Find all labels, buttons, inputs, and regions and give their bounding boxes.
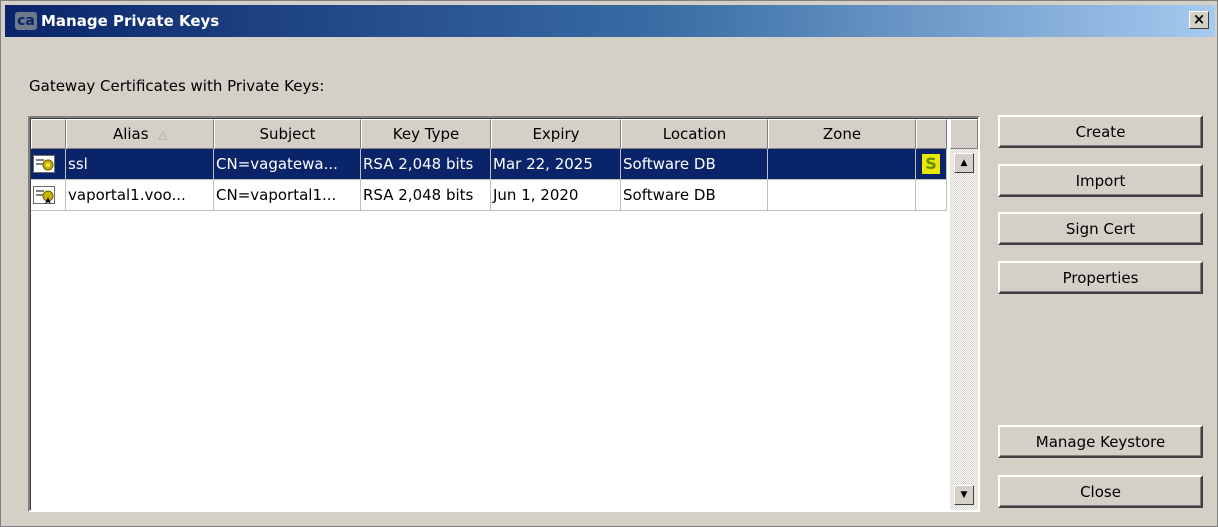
manage-private-keys-dialog: ca Manage Private Keys × Gateway Certifi… xyxy=(0,0,1218,527)
cell-expiry: Mar 22, 2025 xyxy=(491,149,621,180)
column-header-alias[interactable]: Alias △ xyxy=(66,119,214,149)
column-header-subject[interactable]: Subject xyxy=(214,119,361,149)
import-button[interactable]: Import xyxy=(998,164,1203,197)
section-label: Gateway Certificates with Private Keys: xyxy=(29,77,325,95)
row-icon-cell xyxy=(31,180,66,211)
manage-keystore-button[interactable]: Manage Keystore xyxy=(998,425,1203,458)
column-header-icon[interactable] xyxy=(31,119,66,149)
cell-subject: CN=vaportal1... xyxy=(214,180,361,211)
certificate-icon xyxy=(33,155,55,173)
cell-expiry: Jun 1, 2020 xyxy=(491,180,621,211)
cell-location: Software DB xyxy=(621,149,768,180)
close-icon[interactable]: × xyxy=(1189,11,1209,29)
cell-alias: vaportal1.voo... xyxy=(66,180,214,211)
cell-subject: CN=vagatewa... xyxy=(214,149,361,180)
title-bar[interactable]: ca Manage Private Keys × xyxy=(5,5,1215,37)
scroll-corner xyxy=(950,119,978,149)
table-row[interactable]: vaportal1.voo... CN=vaportal1... RSA 2,0… xyxy=(31,180,947,211)
close-button[interactable]: Close xyxy=(998,475,1203,508)
window-title: Manage Private Keys xyxy=(41,12,220,30)
cell-location: Software DB xyxy=(621,180,768,211)
arrow-down-icon[interactable]: ▼ xyxy=(954,485,974,505)
table-header: Alias △ Subject Key Type Expiry Location… xyxy=(31,119,947,149)
column-header-location[interactable]: Location xyxy=(621,119,768,149)
column-header-expiry[interactable]: Expiry xyxy=(491,119,621,149)
cell-badge: S xyxy=(916,149,947,180)
table-row[interactable]: ssl CN=vagatewa... RSA 2,048 bits Mar 22… xyxy=(31,149,947,180)
column-header-zone[interactable]: Zone xyxy=(768,119,916,149)
cell-alias: ssl xyxy=(66,149,214,180)
arrow-up-icon[interactable]: ▲ xyxy=(954,153,974,173)
cell-zone xyxy=(768,180,916,211)
column-header-key-type[interactable]: Key Type xyxy=(361,119,491,149)
properties-button[interactable]: Properties xyxy=(998,261,1203,294)
sort-ascending-icon: △ xyxy=(158,127,168,141)
ca-logo-icon: ca xyxy=(15,12,37,30)
sign-cert-button[interactable]: Sign Cert xyxy=(998,212,1203,245)
certificates-table: Alias △ Subject Key Type Expiry Location… xyxy=(28,116,980,512)
ssl-badge: S xyxy=(922,154,940,174)
cell-badge xyxy=(916,180,947,211)
cell-key-type: RSA 2,048 bits xyxy=(361,180,491,211)
row-icon-cell xyxy=(31,149,66,180)
certificate-icon xyxy=(33,186,55,204)
column-header-badge[interactable] xyxy=(916,119,947,149)
cell-key-type: RSA 2,048 bits xyxy=(361,149,491,180)
vertical-scrollbar[interactable]: ▲ ▼ xyxy=(950,119,978,510)
cell-zone xyxy=(768,149,916,180)
create-button[interactable]: Create xyxy=(998,115,1203,148)
